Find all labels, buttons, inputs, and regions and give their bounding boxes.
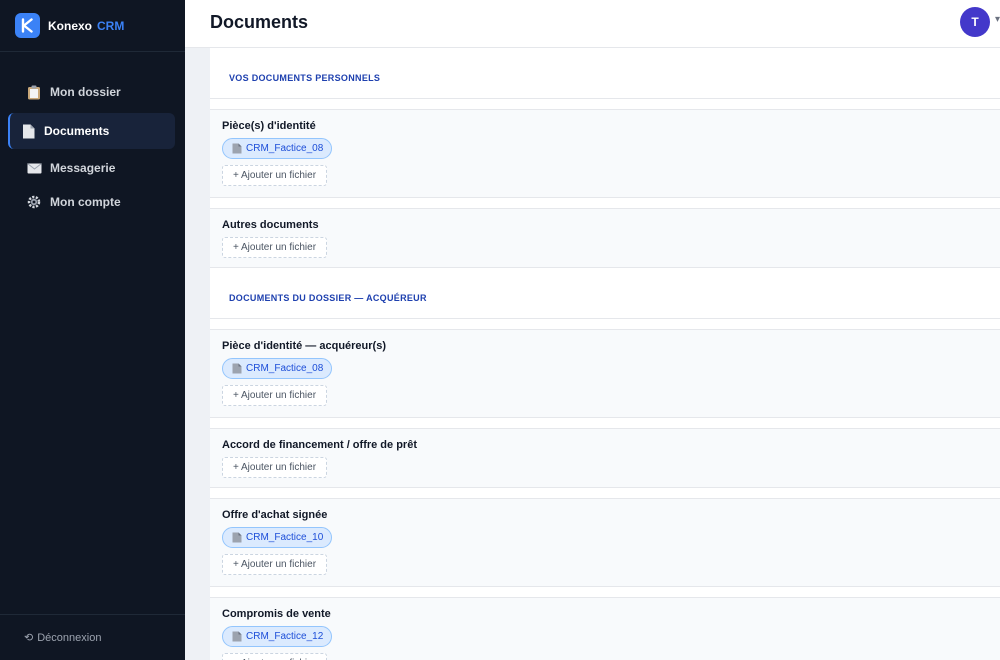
brand-name: Konexo xyxy=(48,18,93,33)
file-icon xyxy=(232,143,242,154)
sidebar-item-label: Mon compte xyxy=(50,195,121,209)
file-name: CRM_Factice_12 xyxy=(246,631,324,642)
logout-icon: ⟲ xyxy=(24,632,34,644)
document-card: Pièce d'identité — acquéreur(s) CRM_Fact… xyxy=(210,329,1000,418)
add-file-button[interactable]: + Ajouter un fichier xyxy=(222,457,327,478)
sidebar-item-label: Mon dossier xyxy=(50,85,121,99)
document-icon xyxy=(20,123,36,139)
brand[interactable]: Konexo CRM xyxy=(0,0,185,52)
logout-label: Déconnexion xyxy=(37,631,102,644)
document-card: Offre d'achat signée CRM_Factice_10 + Aj… xyxy=(210,498,1000,587)
document-card: Accord de financement / offre de prêt + … xyxy=(210,428,1000,488)
file-name: CRM_Factice_08 xyxy=(246,143,324,154)
file-chip[interactable]: CRM_Factice_12 xyxy=(222,626,333,647)
add-file-button[interactable]: + Ajouter un fichier xyxy=(222,237,327,258)
section-title: VOS DOCUMENTS PERSONNELS xyxy=(210,57,1000,99)
logout-button[interactable]: ⟲ Déconnexion xyxy=(0,614,185,660)
sidebar-nav: Mon dossier Documents Messagerie Mon com… xyxy=(0,52,185,220)
sidebar-item-documents[interactable]: Documents xyxy=(8,113,175,149)
sidebar-item-mon-dossier[interactable]: Mon dossier xyxy=(8,74,175,110)
brand-accent: CRM xyxy=(97,18,125,33)
clipboard-icon xyxy=(26,84,42,100)
card-title: Pièce(s) d'identité xyxy=(222,120,316,132)
sidebar-item-label: Documents xyxy=(44,124,110,138)
spacer xyxy=(210,198,1000,208)
file-chip[interactable]: CRM_Factice_08 xyxy=(222,358,333,379)
sidebar-item-mon-compte[interactable]: Mon compte xyxy=(8,184,175,220)
spacer xyxy=(210,587,1000,597)
spacer xyxy=(210,418,1000,428)
card-title: Pièce d'identité — acquéreur(s) xyxy=(222,340,386,352)
document-card: Pièce(s) d'identité CRM_Factice_08 + Ajo… xyxy=(210,109,1000,198)
file-icon xyxy=(232,532,242,543)
avatar[interactable]: T xyxy=(960,7,990,37)
page-title: Documents xyxy=(210,12,309,32)
sidebar-item-label: Messagerie xyxy=(50,161,116,175)
sidebar: Konexo CRM Mon dossier Documents Message… xyxy=(0,0,185,660)
card-title: Offre d'achat signée xyxy=(222,509,328,521)
section-title: DOCUMENTS DU DOSSIER — ACQUÉREUR xyxy=(210,277,1000,319)
envelope-icon xyxy=(26,160,42,176)
card-title: Autres documents xyxy=(222,219,319,231)
document-card: Autres documents + Ajouter un fichier xyxy=(210,208,1000,268)
add-file-button[interactable]: + Ajouter un fichier xyxy=(222,165,327,186)
card-title: Compromis de vente xyxy=(222,608,331,620)
file-chip[interactable]: CRM_Factice_10 xyxy=(222,527,333,548)
document-card: Compromis de vente CRM_Factice_12 + Ajou… xyxy=(210,597,1000,660)
spacer xyxy=(210,488,1000,498)
spacer xyxy=(210,268,1000,277)
gear-icon xyxy=(26,194,42,210)
file-icon xyxy=(232,631,242,642)
chevron-down-icon[interactable]: ▾ xyxy=(995,14,1000,25)
file-name: CRM_Factice_08 xyxy=(246,363,324,374)
file-chip[interactable]: CRM_Factice_08 xyxy=(222,138,333,159)
file-icon xyxy=(232,363,242,374)
file-name: CRM_Factice_10 xyxy=(246,532,324,543)
spacer xyxy=(210,48,1000,57)
add-file-button[interactable]: + Ajouter un fichier xyxy=(222,653,327,660)
header: Documents T ▾ xyxy=(185,0,1000,48)
add-file-button[interactable]: + Ajouter un fichier xyxy=(222,554,327,575)
card-title: Accord de financement / offre de prêt xyxy=(222,439,417,451)
sidebar-item-messagerie[interactable]: Messagerie xyxy=(8,150,175,186)
add-file-button[interactable]: + Ajouter un fichier xyxy=(222,385,327,406)
documents-panel: VOS DOCUMENTS PERSONNELS Pièce(s) d'iden… xyxy=(210,48,1000,660)
konexo-logo-icon xyxy=(15,13,40,38)
